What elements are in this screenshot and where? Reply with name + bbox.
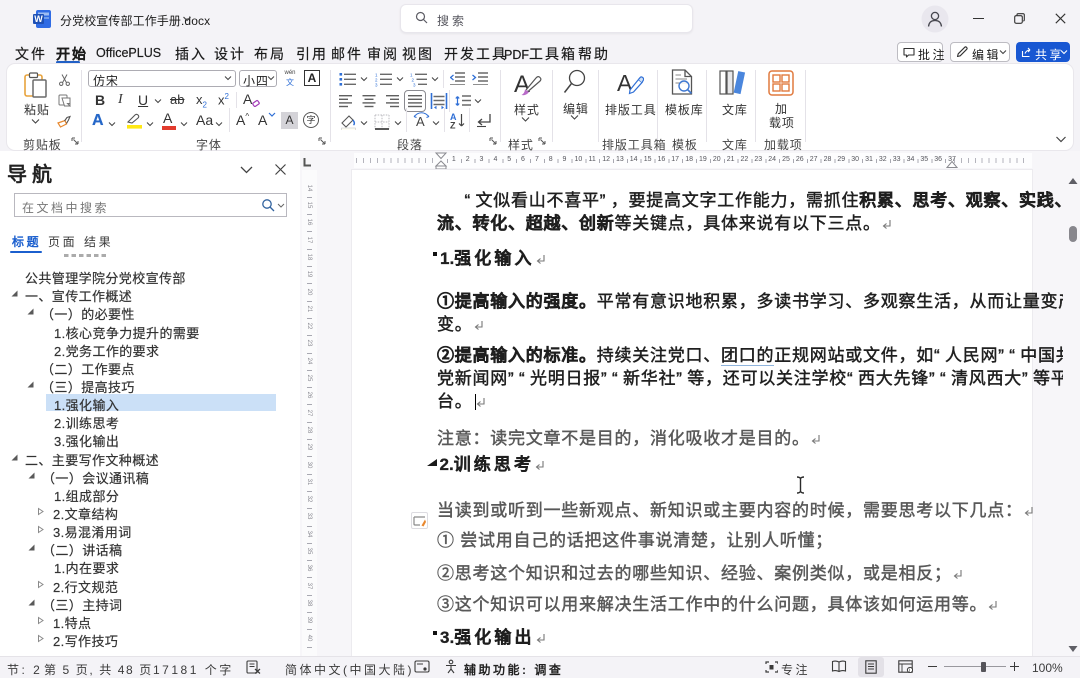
svg-text:A: A [416, 114, 425, 129]
svg-text:3: 3 [375, 82, 378, 87]
svg-text:W: W [34, 14, 43, 24]
svg-text:3: 3 [413, 82, 416, 87]
svg-text:Z: Z [450, 121, 456, 130]
svg-text:i: i [909, 668, 910, 673]
